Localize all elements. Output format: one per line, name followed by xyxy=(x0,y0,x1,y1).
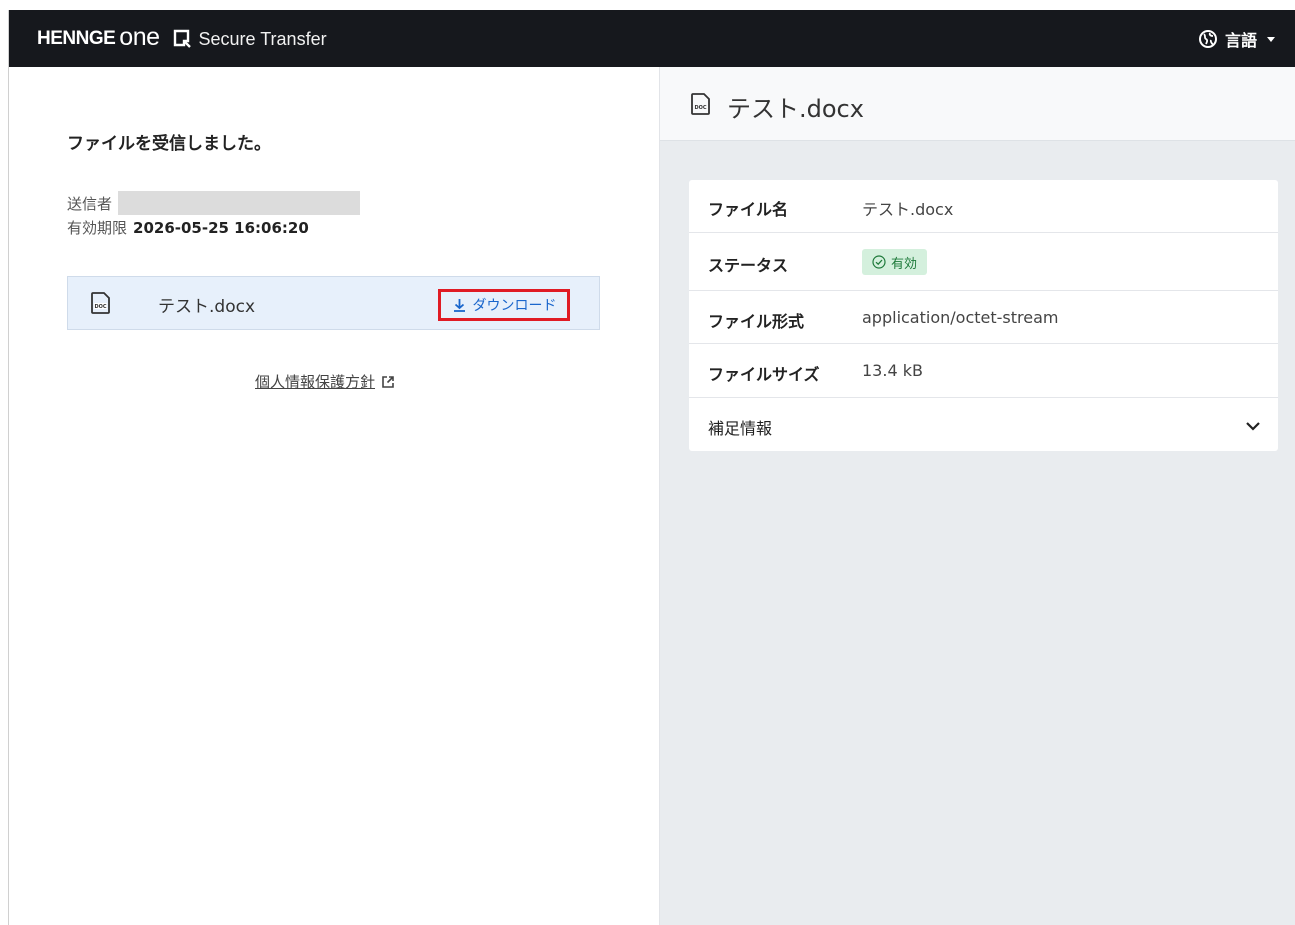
privacy-policy-label: 個人情報保護方針 xyxy=(255,373,376,391)
expiry-label: 有効期限 xyxy=(67,219,128,237)
language-label: 言語 xyxy=(1224,31,1257,50)
status-label: ステータス xyxy=(708,256,789,275)
language-dropdown[interactable]: 言語 xyxy=(1198,27,1275,51)
file-type-row: ファイル形式 application/octet-stream xyxy=(689,291,1278,344)
chevron-down-icon[interactable] xyxy=(1244,417,1262,435)
svg-text:DOC: DOC xyxy=(94,304,106,310)
file-details-card: ファイル名 テスト.docx ステータス 有効 ファイル形式 applicati… xyxy=(689,180,1278,451)
file-name-label: ファイル名 xyxy=(708,200,789,219)
top-navbar: HENNGE one Secure Transfer 言語 xyxy=(9,10,1295,67)
extra-info-row[interactable]: 補足情報 xyxy=(689,398,1278,451)
left-panel: ファイルを受信しました。 送信者 有効期限 2026-05-25 16:06:2… xyxy=(9,67,659,925)
check-circle-icon xyxy=(872,255,886,269)
doc-file-icon: DOC xyxy=(691,93,710,115)
status-row: ステータス 有効 xyxy=(689,233,1278,291)
svg-text:DOC: DOC xyxy=(694,105,706,111)
brand-logo[interactable]: HENNGE one Secure Transfer xyxy=(37,22,327,53)
file-name-value: テスト.docx xyxy=(862,200,954,219)
detail-header: DOC テスト.docx xyxy=(660,67,1295,141)
status-value: 有効 xyxy=(891,256,918,272)
sender-redacted xyxy=(118,191,361,215)
file-name: テスト.docx xyxy=(158,297,256,317)
doc-file-icon: DOC xyxy=(91,292,110,314)
download-icon xyxy=(453,298,465,312)
right-panel: DOC テスト.docx ファイル名 テスト.docx ステータス 有効 ファイ… xyxy=(660,67,1295,925)
expiry-row: 有効期限 2026-05-25 16:06:20 xyxy=(67,217,309,238)
file-size-label: ファイルサイズ xyxy=(708,365,820,384)
download-label: ダウンロード xyxy=(472,298,557,314)
received-heading: ファイルを受信しました。 xyxy=(67,134,271,154)
file-card: DOC テスト.docx ダウンロード xyxy=(67,276,600,330)
page: HENNGE one Secure Transfer 言語 ファイルを受信しまし… xyxy=(0,0,1295,925)
external-link-icon xyxy=(382,375,394,388)
file-type-value: application/octet-stream xyxy=(862,308,1059,327)
file-size-row: ファイルサイズ 13.4 kB xyxy=(689,344,1278,398)
secure-transfer-icon xyxy=(173,29,191,48)
sender-row: 送信者 xyxy=(67,191,361,215)
brand-one: one xyxy=(119,22,160,51)
brand-hennge: HENNGE xyxy=(37,28,116,49)
privacy-policy-link[interactable]: 個人情報保護方針 xyxy=(255,371,395,392)
file-type-label: ファイル形式 xyxy=(708,312,805,331)
product-name: Secure Transfer xyxy=(198,28,327,49)
sender-label: 送信者 xyxy=(67,194,113,213)
download-button[interactable]: ダウンロード xyxy=(438,289,570,321)
file-name-row: ファイル名 テスト.docx xyxy=(689,180,1278,233)
expiry-value: 2026-05-25 16:06:20 xyxy=(133,218,309,237)
extra-info-label: 補足情報 xyxy=(708,419,773,438)
detail-title: テスト.docx xyxy=(727,95,864,123)
caret-down-icon xyxy=(1267,36,1275,42)
globe-icon xyxy=(1198,30,1217,48)
status-badge: 有効 xyxy=(862,249,928,275)
file-size-value: 13.4 kB xyxy=(862,361,923,380)
